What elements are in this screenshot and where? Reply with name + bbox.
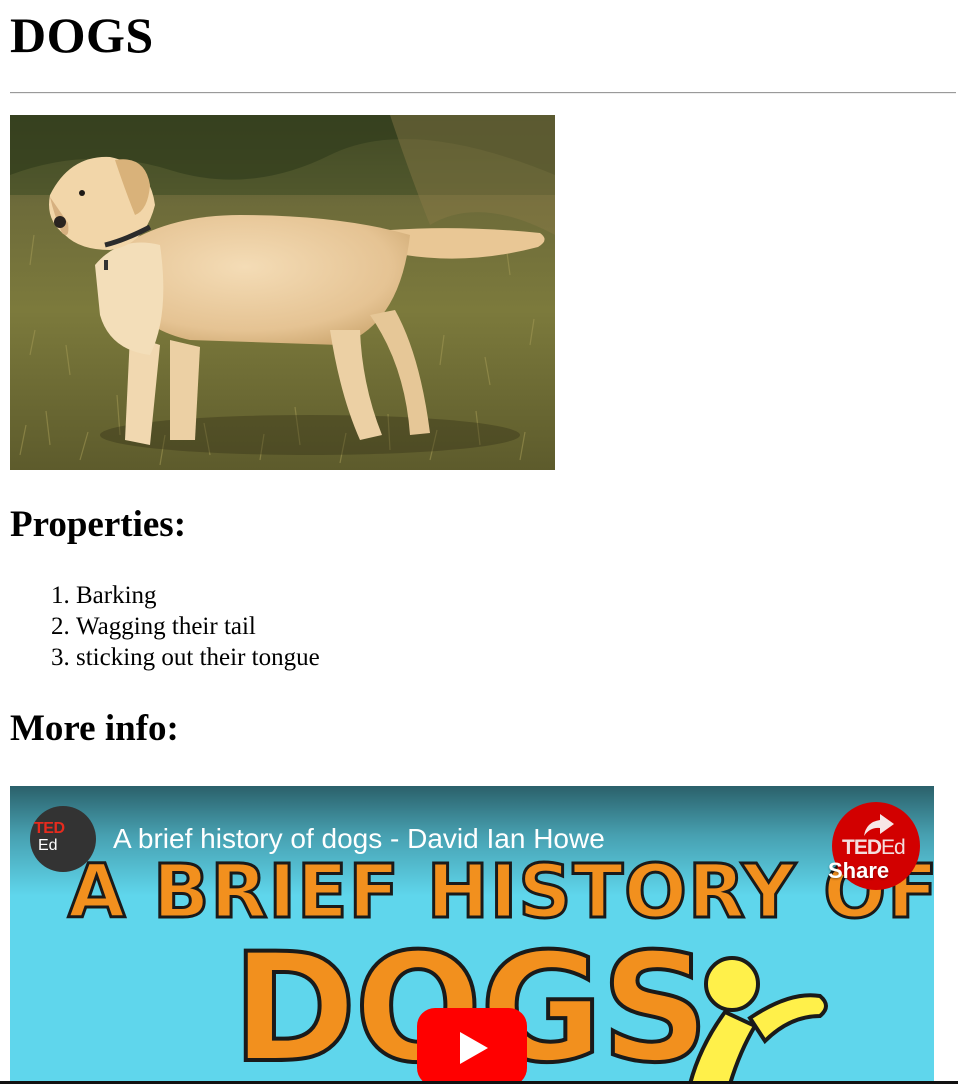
list-item: sticking out their tongue bbox=[76, 642, 320, 673]
share-logo: TEDEd bbox=[842, 836, 906, 860]
thumbnail-headline-line1: A BRIEF HISTORY OF bbox=[67, 849, 934, 935]
more-info-heading: More info: bbox=[10, 708, 179, 749]
page-title: DOGS bbox=[10, 7, 154, 63]
stick-figure-illustration bbox=[687, 956, 828, 1084]
properties-list: Barking Wagging their tail sticking out … bbox=[0, 580, 320, 673]
horizontal-rule bbox=[10, 92, 956, 94]
youtube-video-embed[interactable]: A BRIEF HISTORY OF DOGS TED Ed A brief h… bbox=[10, 786, 934, 1084]
share-logo-ted: TED bbox=[842, 836, 882, 859]
share-arrow-icon bbox=[864, 814, 894, 836]
channel-logo-ed: Ed bbox=[38, 837, 58, 854]
dog-photo bbox=[10, 115, 555, 470]
share-logo-ed: Ed bbox=[881, 836, 906, 859]
page: DOGS Properties: 1. Barking 2. Wagging t… bbox=[0, 0, 958, 1084]
list-item: Wagging their tail bbox=[76, 611, 320, 642]
channel-avatar[interactable]: TED Ed bbox=[30, 806, 96, 872]
play-button-icon[interactable] bbox=[417, 1008, 527, 1084]
list-item: Barking bbox=[76, 580, 320, 611]
properties-heading: Properties: bbox=[10, 504, 187, 545]
share-label[interactable]: Share bbox=[828, 858, 889, 884]
channel-logo-ted: TED bbox=[34, 820, 65, 837]
video-title-link[interactable]: A brief history of dogs - David Ian Howe bbox=[113, 822, 605, 856]
